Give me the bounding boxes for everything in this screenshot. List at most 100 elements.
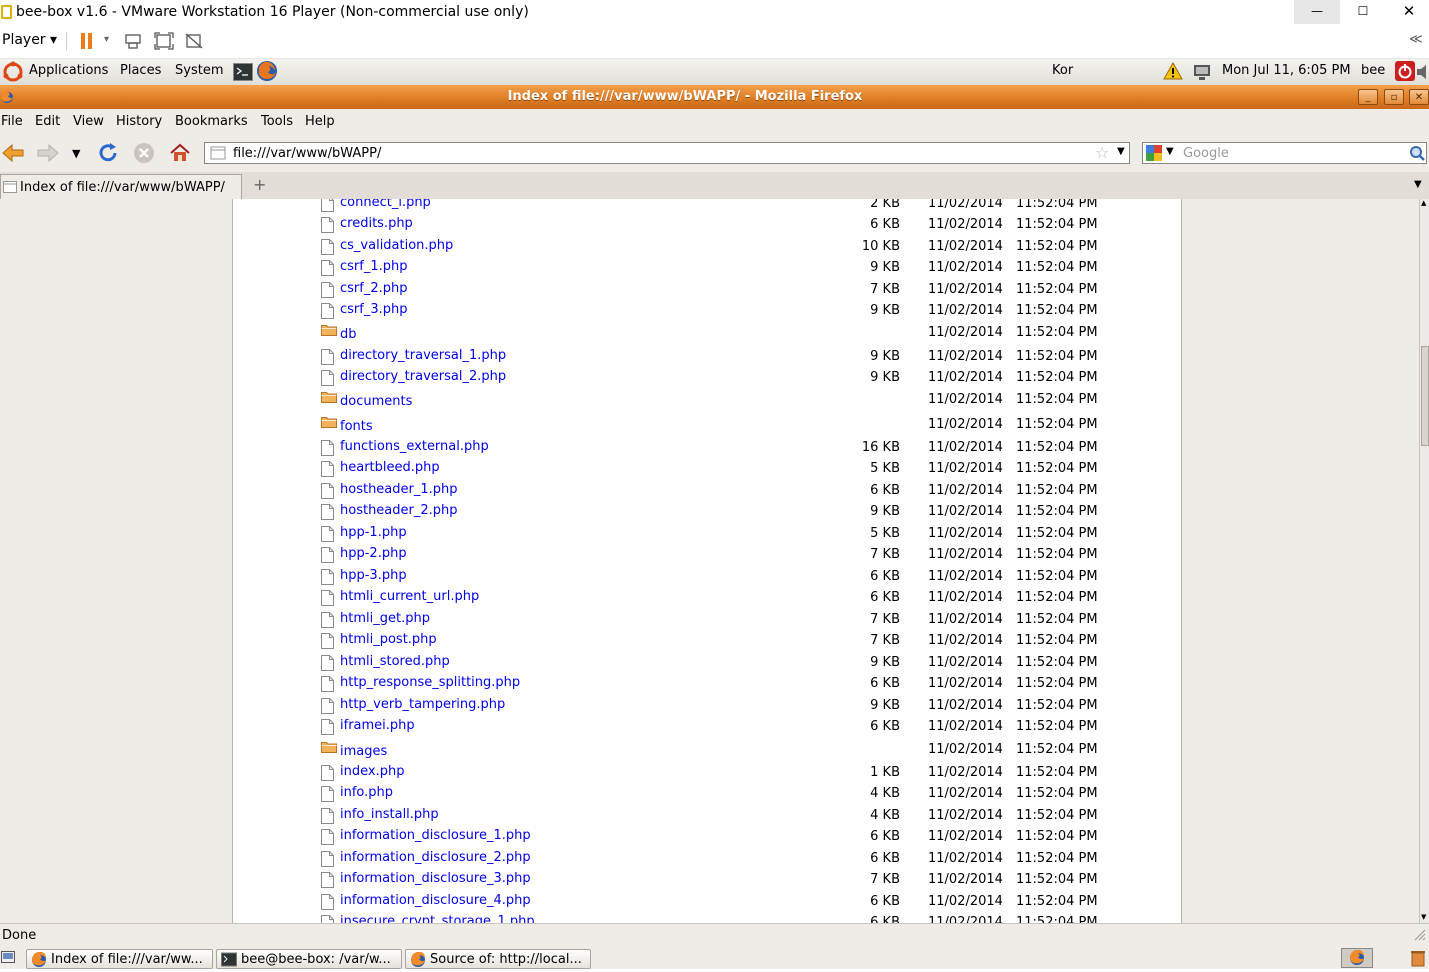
file-link[interactable]: htmli_post.php (340, 632, 437, 647)
volume-icon[interactable] (1417, 64, 1429, 84)
file-link[interactable]: info.php (340, 785, 393, 800)
back-button[interactable] (2, 143, 24, 167)
file-link[interactable]: http_verb_tampering.php (340, 697, 505, 712)
file-link[interactable]: htmli_get.php (340, 611, 430, 626)
forward-button[interactable] (37, 143, 59, 167)
file-link[interactable]: info_install.php (340, 807, 439, 822)
menu-view[interactable]: View (73, 114, 104, 129)
url-bar[interactable]: file:///var/www/bWAPP/ ☆ ▼ (204, 142, 1130, 164)
chevron-down-icon[interactable]: ▾ (104, 34, 109, 45)
file-link[interactable]: information_disclosure_3.php (340, 871, 531, 886)
file-link[interactable]: hostheader_1.php (340, 482, 458, 497)
file-link[interactable]: hpp-1.php (340, 525, 407, 540)
places-menu[interactable]: Places (120, 63, 161, 78)
file-link[interactable]: csrf_2.php (340, 281, 408, 296)
file-link[interactable]: insecure_crypt_storage_1.php (340, 914, 535, 923)
google-engine-icon[interactable] (1146, 145, 1162, 165)
taskbar-item-source[interactable]: Source of: http://local... (405, 949, 591, 969)
file-link[interactable]: csrf_1.php (340, 259, 408, 274)
file-link[interactable]: htmli_stored.php (340, 654, 450, 669)
minimize-button[interactable]: — (1294, 0, 1340, 24)
new-tab-plus-icon[interactable]: + (253, 175, 266, 194)
taskbar-item-terminal[interactable]: bee@bee-box: /var/w... (216, 949, 402, 969)
engine-dropdown-icon[interactable]: ▼ (1166, 146, 1174, 157)
bookmark-star-icon[interactable]: ☆ (1095, 143, 1109, 162)
resize-grip-icon[interactable] (1411, 928, 1427, 946)
applications-menu[interactable]: Applications (29, 63, 108, 78)
keyboard-layout-indicator[interactable]: Kor (1052, 63, 1073, 78)
url-dropdown-icon[interactable]: ▼ (1117, 146, 1125, 157)
trash-icon[interactable] (1410, 949, 1426, 971)
search-bar[interactable]: ▼ Google (1142, 142, 1427, 164)
folder-link[interactable]: documents (340, 394, 412, 409)
unity-button[interactable] (184, 32, 204, 54)
power-icon[interactable] (1395, 61, 1415, 85)
firefox-minimize-button[interactable]: _ (1358, 89, 1378, 105)
firefox-close-button[interactable]: ✕ (1409, 89, 1429, 105)
file-date: 11/02/2014 (928, 483, 1003, 498)
network-icon[interactable] (1193, 63, 1211, 85)
warning-icon[interactable] (1163, 61, 1183, 84)
file-link[interactable]: heartbleed.php (340, 460, 440, 475)
history-dropdown-icon[interactable]: ▼ (72, 147, 80, 160)
firefox-maximize-button[interactable]: ▫ (1384, 89, 1404, 105)
forward-arrow-icon (37, 143, 59, 163)
file-link[interactable]: directory_traversal_1.php (340, 348, 506, 363)
folder-link[interactable]: fonts (340, 419, 373, 434)
menu-edit[interactable]: Edit (35, 114, 60, 129)
menu-file[interactable]: File (1, 114, 23, 129)
menu-bookmarks[interactable]: Bookmarks (175, 114, 248, 129)
scroll-down-icon[interactable]: ▼ (1421, 913, 1426, 921)
terminal-launcher-icon[interactable] (233, 63, 253, 85)
file-size: 6 KB (870, 719, 900, 734)
collapse-toolbar-button[interactable]: ≪ (1409, 32, 1423, 47)
back-arrow-icon (2, 143, 24, 163)
firefox-launcher-icon[interactable] (256, 60, 278, 86)
tab-list-dropdown-icon[interactable]: ▼ (1414, 179, 1422, 190)
scroll-up-icon[interactable]: ▲ (1421, 199, 1426, 207)
fullscreen-button[interactable] (154, 32, 174, 54)
file-size: 6 KB (870, 829, 900, 844)
pause-button[interactable] (80, 32, 94, 54)
send-ctrl-alt-del-button[interactable] (124, 32, 144, 54)
file-link[interactable]: directory_traversal_2.php (340, 369, 506, 384)
menu-tools[interactable]: Tools (261, 114, 293, 129)
scrollbar-thumb[interactable] (1421, 346, 1429, 446)
file-link[interactable]: information_disclosure_1.php (340, 828, 531, 843)
reload-button[interactable] (97, 142, 119, 168)
file-link[interactable]: csrf_3.php (340, 302, 408, 317)
file-size: 6 KB (870, 217, 900, 232)
maximize-button[interactable]: ☐ (1340, 0, 1386, 24)
file-link[interactable]: http_response_splitting.php (340, 675, 520, 690)
url-text[interactable]: file:///var/www/bWAPP/ (233, 146, 381, 161)
file-link[interactable]: index.php (340, 764, 404, 779)
file-link[interactable]: information_disclosure_4.php (340, 893, 531, 908)
search-go-icon[interactable] (1409, 145, 1425, 165)
home-button[interactable] (169, 142, 191, 168)
file-link[interactable]: iframei.php (340, 718, 415, 733)
tab-index-of-bwapp[interactable]: Index of file:///var/www/bWAPP/ (0, 174, 242, 199)
menu-history[interactable]: History (116, 114, 162, 129)
system-menu[interactable]: System (175, 63, 223, 78)
panel-clock[interactable]: Mon Jul 11, 6:05 PM (1222, 63, 1351, 78)
show-desktop-icon[interactable] (1, 951, 15, 969)
folder-link[interactable]: db (340, 327, 357, 342)
file-link[interactable]: functions_external.php (340, 439, 489, 454)
file-link[interactable]: credits.php (340, 216, 413, 231)
vertical-scrollbar[interactable]: ▲ ▼ (1419, 199, 1429, 923)
file-link[interactable]: hpp-3.php (340, 568, 407, 583)
folder-link[interactable]: images (340, 744, 387, 759)
workspace-switcher-1[interactable] (1341, 948, 1373, 968)
file-link[interactable]: connect_i.php (340, 199, 431, 210)
file-link[interactable]: information_disclosure_2.php (340, 850, 531, 865)
taskbar-item-index[interactable]: Index of file:///var/ww... (26, 949, 213, 969)
file-link[interactable]: hostheader_2.php (340, 503, 458, 518)
file-link[interactable]: htmli_current_url.php (340, 589, 479, 604)
player-menu[interactable]: Player ▾ (2, 32, 57, 48)
stop-button[interactable] (133, 142, 155, 168)
panel-user[interactable]: bee (1361, 63, 1385, 78)
menu-help[interactable]: Help (305, 114, 335, 129)
file-link[interactable]: hpp-2.php (340, 546, 407, 561)
file-link[interactable]: cs_validation.php (340, 238, 453, 253)
close-button[interactable]: ✕ (1386, 0, 1429, 24)
